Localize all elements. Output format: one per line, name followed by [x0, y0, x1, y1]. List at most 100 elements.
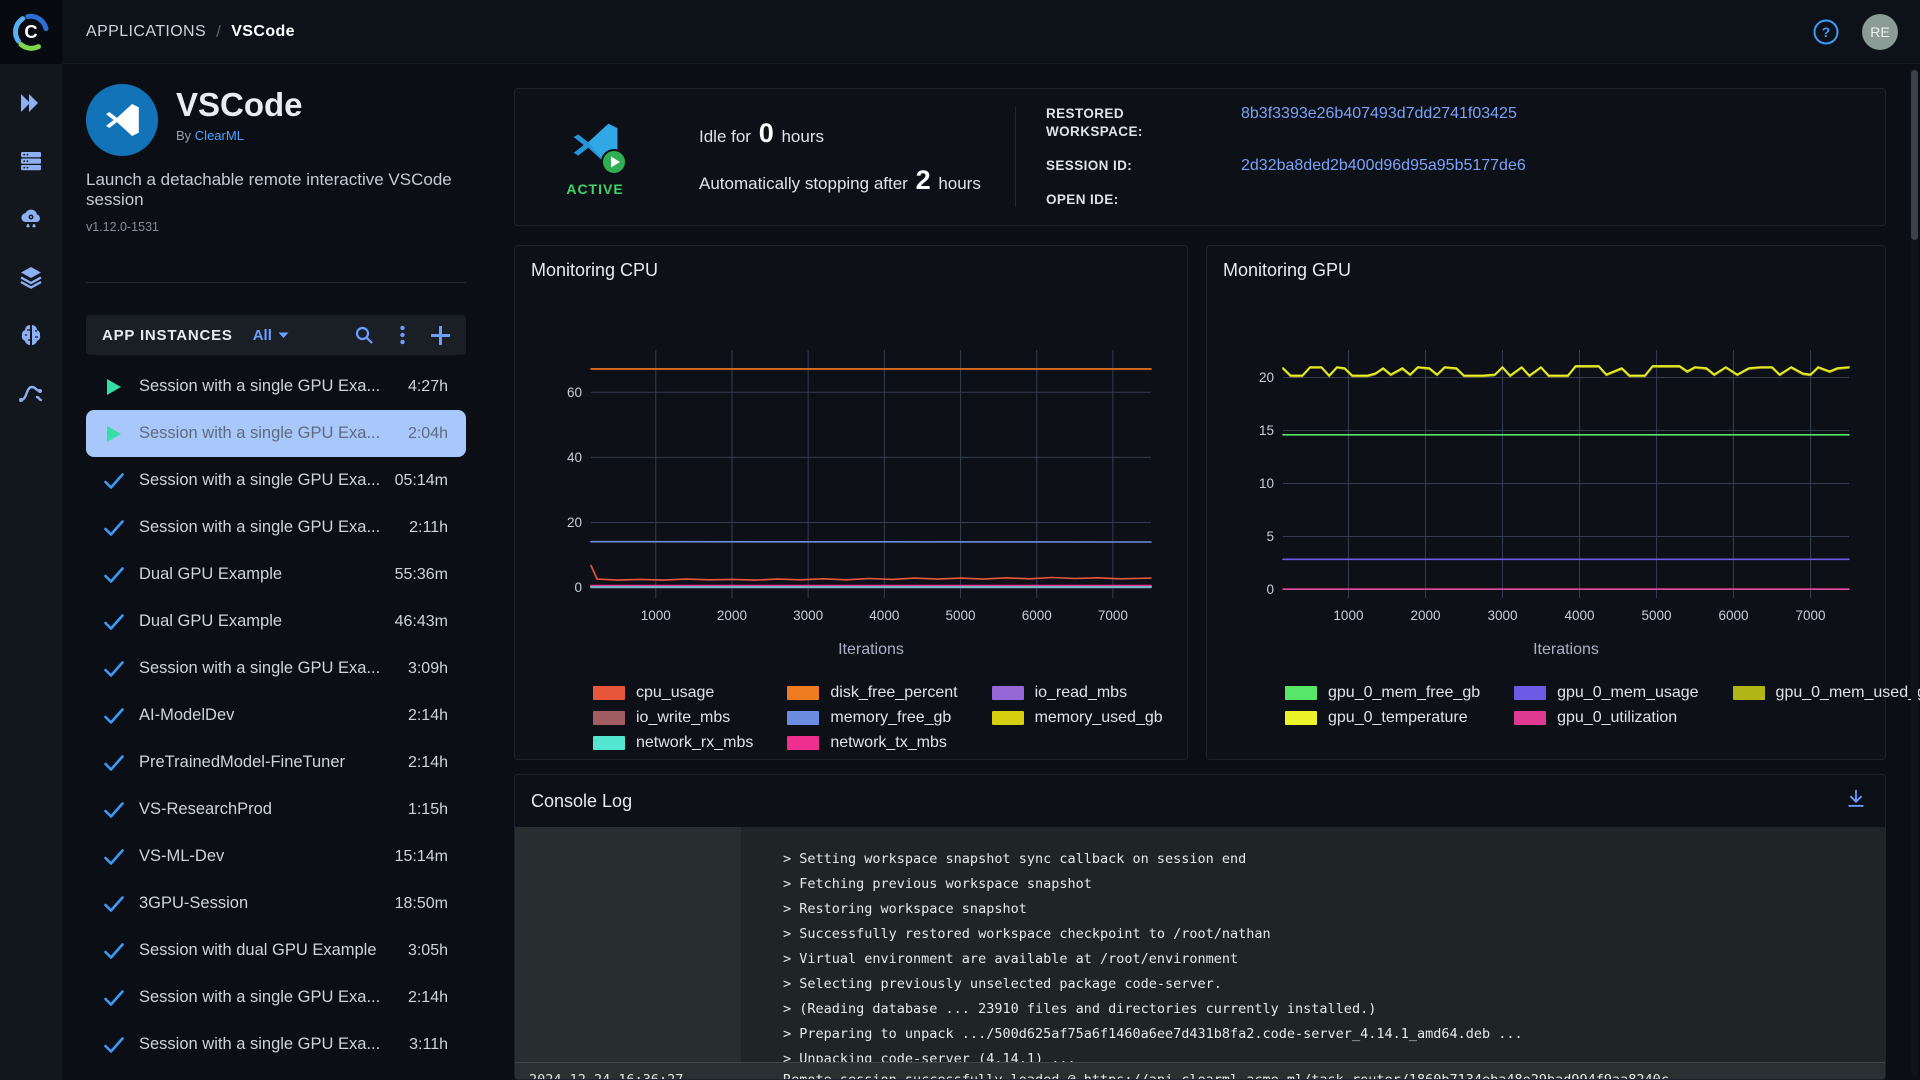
- instance-row[interactable]: Session with dual GPU Example3:05h: [86, 927, 466, 974]
- legend-item-memory_free_gb[interactable]: memory_free_gb: [787, 709, 957, 727]
- detail-label: RESTORED WORKSPACE:: [1046, 105, 1211, 141]
- instance-row[interactable]: Session with a single GPU Exa...05:14m: [86, 457, 466, 504]
- legend-item-cpu_usage[interactable]: cpu_usage: [593, 684, 753, 702]
- datasets-icon: [17, 263, 45, 291]
- instance-row[interactable]: Dual GPU Example55:36m: [86, 551, 466, 598]
- legend-swatch: [1285, 686, 1317, 700]
- legend-label: disk_free_percent: [830, 684, 957, 702]
- svg-text:C: C: [24, 20, 37, 41]
- rail-pipelines-icon[interactable]: [16, 378, 46, 408]
- instance-row[interactable]: Session with a single GPU Exa...2:22h: [86, 1068, 466, 1080]
- instances-filter-dropdown[interactable]: All: [253, 327, 289, 344]
- app-instances-title: APP INSTANCES: [102, 327, 233, 344]
- legend-item-network_rx_mbs[interactable]: network_rx_mbs: [593, 734, 753, 752]
- legend-item-io_read_mbs[interactable]: io_read_mbs: [992, 684, 1163, 702]
- svg-text:6000: 6000: [1022, 608, 1052, 623]
- instance-row[interactable]: Session with a single GPU Exa...3:09h: [86, 645, 466, 692]
- topbar-actions: ? RE: [1812, 14, 1920, 50]
- scrollbar-thumb[interactable]: [1911, 70, 1918, 240]
- rail-datasets-icon[interactable]: [16, 262, 46, 292]
- legend-label: network_tx_mbs: [830, 734, 947, 752]
- svg-text:20: 20: [1259, 370, 1274, 385]
- idle-hours-value: 0: [756, 118, 777, 148]
- legend-item-gpu_0_mem_free_gb[interactable]: gpu_0_mem_free_gb: [1285, 684, 1480, 702]
- user-avatar[interactable]: RE: [1862, 14, 1898, 50]
- instance-row[interactable]: 3GPU-Session18:50m: [86, 880, 466, 927]
- status-badge: ACTIVE: [566, 181, 623, 197]
- instance-row[interactable]: Session with a single GPU Exa...2:14h: [86, 974, 466, 1021]
- series-cpu_usage: [591, 566, 1151, 581]
- legend-swatch: [593, 711, 625, 725]
- monitoring-gpu-card: 100020003000400050006000700005101520Iter…: [1206, 245, 1886, 760]
- legend-item-gpu_0_mem_used_gb[interactable]: gpu_0_mem_used_gb: [1733, 684, 1920, 702]
- help-button[interactable]: ?: [1812, 18, 1840, 46]
- completed-check-icon: [104, 802, 124, 818]
- instance-runtime: 2:14h: [408, 989, 448, 1007]
- rail-applications-icon[interactable]: [16, 88, 46, 118]
- breadcrumb-applications[interactable]: APPLICATIONS: [86, 23, 206, 41]
- top-bar: C APPLICATIONS / VSCode ? RE: [0, 0, 1920, 64]
- stop-hours-value: 2: [913, 165, 934, 195]
- legend-swatch: [992, 711, 1024, 725]
- console-log-line: > Successfully restored workspace checkp…: [741, 922, 1885, 947]
- svg-text:20: 20: [567, 515, 582, 530]
- legend-item-network_tx_mbs[interactable]: network_tx_mbs: [787, 734, 957, 752]
- instance-row[interactable]: Session with a single GPU Exa...3:11h: [86, 1021, 466, 1068]
- instance-row[interactable]: VS-ML-Dev15:14m: [86, 833, 466, 880]
- legend-label: gpu_0_utilization: [1557, 709, 1677, 727]
- legend-item-io_write_mbs[interactable]: io_write_mbs: [593, 709, 753, 727]
- instance-name: PreTrainedModel-FineTuner: [139, 753, 400, 772]
- app-description: Launch a detachable remote interactive V…: [86, 170, 466, 210]
- add-instance-button[interactable]: [431, 326, 450, 345]
- clearml-vscode-app-page: C APPLICATIONS / VSCode ? RE: [0, 0, 1920, 1080]
- detail-value[interactable]: 2d32ba8ded2b400d96d95a95b5177de6: [1241, 157, 1526, 175]
- svg-text:4000: 4000: [869, 608, 899, 623]
- instance-row[interactable]: Dual GPU Example46:43m: [86, 598, 466, 645]
- app-by-link[interactable]: ClearML: [195, 128, 244, 143]
- instance-row[interactable]: Session with a single GPU Exa...4:27h: [86, 363, 466, 410]
- instance-row[interactable]: AI-ModelDev2:14h: [86, 692, 466, 739]
- search-button[interactable]: [354, 325, 374, 345]
- legend-label: network_rx_mbs: [636, 734, 753, 752]
- instance-row[interactable]: PreTrainedModel-FineTuner2:14h: [86, 739, 466, 786]
- instance-runtime: 15:14m: [395, 848, 448, 866]
- rail-cloud-autoscaler-icon[interactable]: [16, 204, 46, 234]
- instance-row[interactable]: Session with a single GPU Exa...2:04h: [86, 410, 466, 457]
- svg-text:3000: 3000: [793, 608, 823, 623]
- legend-label: io_write_mbs: [636, 709, 730, 727]
- running-play-icon: [106, 378, 122, 396]
- instance-runtime: 3:09h: [408, 660, 448, 678]
- instance-runtime: 55:36m: [395, 566, 448, 584]
- console-log-header: Console Log: [515, 775, 1885, 827]
- svg-text:1000: 1000: [641, 608, 671, 623]
- page-scrollbar[interactable]: [1911, 68, 1918, 1076]
- console-log-body[interactable]: > Setting workspace snapshot sync callba…: [515, 827, 1885, 1079]
- completed-check-icon: [104, 755, 124, 771]
- rail-workers-queues-icon[interactable]: [16, 146, 46, 176]
- legend-item-disk_free_percent[interactable]: disk_free_percent: [787, 684, 957, 702]
- legend-item-memory_used_gb[interactable]: memory_used_gb: [992, 709, 1163, 727]
- plus-icon: [431, 326, 450, 345]
- legend-swatch: [1733, 686, 1765, 700]
- instances-filter-value: All: [253, 327, 272, 344]
- clearml-logo[interactable]: C: [0, 0, 62, 64]
- svg-text:?: ?: [1822, 24, 1831, 40]
- console-log-line: > Virtual environment are available at /…: [741, 947, 1885, 972]
- instance-row[interactable]: Session with a single GPU Exa...2:11h: [86, 504, 466, 551]
- svg-text:7000: 7000: [1098, 608, 1128, 623]
- svg-text:2000: 2000: [1410, 608, 1440, 623]
- instance-row[interactable]: VS-ResearchProd1:15h: [86, 786, 466, 833]
- legend-swatch: [787, 736, 819, 750]
- legend-item-gpu_0_utilization[interactable]: gpu_0_utilization: [1514, 709, 1698, 727]
- legend-item-gpu_0_mem_usage[interactable]: gpu_0_mem_usage: [1514, 684, 1698, 702]
- rail-models-icon[interactable]: [16, 320, 46, 350]
- instance-runtime: 46:43m: [395, 613, 448, 631]
- detail-value[interactable]: 8b3f3393e26b407493d7dd2741f03425: [1241, 105, 1526, 123]
- completed-check-icon: [104, 708, 124, 724]
- legend-item-gpu_0_temperature[interactable]: gpu_0_temperature: [1285, 709, 1480, 727]
- more-options-button[interactable]: [400, 325, 405, 345]
- console-log-line: > Selecting previously unselected packag…: [741, 972, 1885, 997]
- instance-name: AI-ModelDev: [139, 706, 400, 725]
- download-log-button[interactable]: [1845, 788, 1867, 815]
- idle-time-line: Idle for 0 hours: [699, 118, 1015, 149]
